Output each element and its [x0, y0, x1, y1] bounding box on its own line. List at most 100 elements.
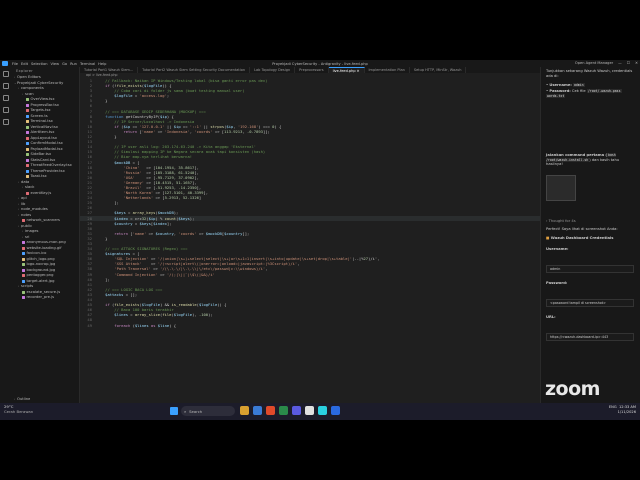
file-icon	[22, 279, 25, 283]
chat-username-line: • Username: admin	[546, 83, 585, 87]
tab-label: Tutorial Part1 Wazuh Siem...	[84, 68, 134, 72]
app-logo-icon	[2, 61, 8, 66]
menu-item-view[interactable]: View	[51, 62, 60, 66]
windows-start-icon[interactable]	[170, 407, 178, 415]
tree-item-label: recorder_pre.js	[26, 295, 55, 299]
menu-item-edit[interactable]: Edit	[21, 62, 28, 66]
chat-password-label: Password:	[546, 281, 568, 285]
file-icon	[26, 120, 29, 124]
menu-item-selection[interactable]: Selection	[31, 62, 48, 66]
menu-bar: File Edit Selection View Go Run Terminal Help	[12, 62, 106, 66]
explorer-icon[interactable]	[3, 71, 9, 77]
file-icon	[26, 191, 29, 195]
file-icon	[22, 296, 25, 300]
file-icon	[22, 268, 25, 272]
file-icon	[26, 131, 29, 135]
minimize-icon[interactable]: —	[618, 61, 622, 65]
extensions-icon[interactable]	[3, 119, 9, 125]
tab-label: Preprocessors	[299, 68, 324, 72]
explorer-header: Explorer	[16, 69, 33, 73]
maximize-icon[interactable]: ☐	[627, 61, 630, 65]
file-tree: › components › scan OverView.tsx ProgressBar.…	[12, 86, 79, 301]
edge-icon[interactable]	[253, 406, 262, 415]
tab-label: Setup HTTP, MinStr, Wazuh	[413, 68, 462, 72]
code-text: foreach ($lines as $line) {	[114, 322, 177, 328]
thought-toggle[interactable]: › Thought for 4s	[546, 219, 636, 224]
chat-password-line: • Password: Cek file /root/.wazuh-pass w…	[546, 89, 622, 98]
file-icon	[22, 252, 25, 256]
menu-item-help[interactable]: Help	[98, 62, 106, 66]
app-icon[interactable]	[305, 406, 314, 415]
file-item[interactable]: recorder_pre.js	[12, 295, 79, 301]
file-icon	[26, 158, 29, 162]
brave-icon[interactable]	[266, 406, 275, 415]
file-icon	[22, 290, 25, 294]
app-icon[interactable]	[292, 406, 301, 415]
desktop-screen: File Edit Selection View Go Run Terminal Help P…	[0, 60, 640, 420]
file-icon	[22, 219, 25, 223]
chat-command-text: Jalankan command pertama (bash /root/waz…	[546, 153, 620, 167]
chat-perfect-text: Perfect! Saya lihat di screenshot Anda:	[546, 227, 618, 231]
taskbar-apps	[240, 406, 340, 415]
run-debug-icon[interactable]	[3, 107, 9, 113]
file-icon	[26, 153, 29, 157]
windows-taskbar: 29°C Cerah Berawan ⌕ Search ENG 12:33 AM…	[0, 403, 640, 420]
file-icon	[26, 147, 29, 151]
explorer-sidebar: Explorer › Open Editors ⌄ Proyekjadi Cyber…	[12, 67, 80, 410]
file-icon	[22, 274, 25, 278]
file-icon	[22, 241, 25, 245]
lock-icon: ■	[546, 236, 550, 240]
app-icon[interactable]	[279, 406, 288, 415]
activity-bar	[0, 67, 12, 410]
tab-label: live-feed.php	[332, 68, 356, 73]
chat-password-value: <password tampil di screenshot>	[546, 299, 634, 307]
title-bar: File Edit Selection View Go Run Terminal Help P…	[0, 60, 640, 67]
chat-username-value: admin	[546, 265, 634, 273]
tab-label: Implementation Plan	[368, 68, 405, 72]
zoom-app-icon[interactable]	[331, 406, 340, 415]
source-control-icon[interactable]	[3, 95, 9, 101]
menu-item-run[interactable]: Run	[70, 62, 77, 66]
system-tray[interactable]: ENG 12:33 AM 1/11/2026	[609, 405, 636, 414]
file-icon	[26, 125, 29, 129]
search-icon[interactable]	[3, 83, 9, 89]
code-editor[interactable]: 1 // Fallback: Naikan IP Windows/Testing…	[80, 78, 540, 405]
weather-widget[interactable]: 29°C Cerah Berawan	[4, 404, 33, 414]
tab-label: Tutorial Part2 Wazuh Siem Setting Securi…	[142, 68, 246, 72]
close-tab-icon[interactable]: ✕	[357, 69, 360, 73]
code-line[interactable]: 49 foreach ($lines as $line) {	[80, 323, 540, 328]
open-agent-manager-button[interactable]: Open Agent Manager	[575, 61, 613, 65]
chat-url-label: URL:	[546, 315, 556, 319]
chat-username-label: Username:	[546, 247, 569, 251]
chat-url-value: https://<wazuh-dashboard-ip>:443	[546, 333, 634, 341]
agent-chat-panel: Tunjukkan sekarang Wazuh Wazuh, credenti…	[540, 67, 640, 410]
tree-item-label: eventKey.js	[30, 190, 52, 195]
file-icon	[26, 109, 29, 113]
file-icon	[26, 103, 29, 107]
screenshot-thumbnail[interactable]	[546, 175, 576, 201]
file-icon	[26, 175, 29, 179]
file-icon	[22, 263, 25, 267]
zoom-watermark: zoom	[545, 378, 600, 400]
taskbar-search[interactable]: ⌕ Search	[181, 406, 235, 416]
menu-item-file[interactable]: File	[12, 62, 18, 66]
menu-item-go[interactable]: Go	[62, 62, 67, 66]
chat-top-text: Tunjukkan sekarang Wazuh Wazuh, credenti…	[546, 69, 633, 78]
file-explorer-icon[interactable]	[240, 406, 249, 415]
file-icon	[22, 257, 25, 261]
file-icon	[26, 114, 29, 118]
file-icon	[26, 98, 29, 102]
search-icon: ⌕	[184, 408, 187, 414]
file-icon	[22, 246, 25, 250]
file-icon	[26, 136, 29, 140]
app-icon[interactable]	[318, 406, 327, 415]
file-icon	[26, 169, 29, 173]
tab-label: Lab Topology Design	[254, 68, 291, 72]
file-icon	[26, 164, 29, 168]
menu-item-terminal[interactable]: Terminal	[80, 62, 95, 66]
line-number: 49	[87, 322, 92, 328]
chat-section-title: ■ Wazuh Dashboard Credentials	[546, 236, 614, 240]
file-icon	[26, 142, 29, 146]
tree-item-label: Toast.tsx	[30, 174, 47, 178]
close-icon[interactable]: ✕	[635, 61, 638, 65]
